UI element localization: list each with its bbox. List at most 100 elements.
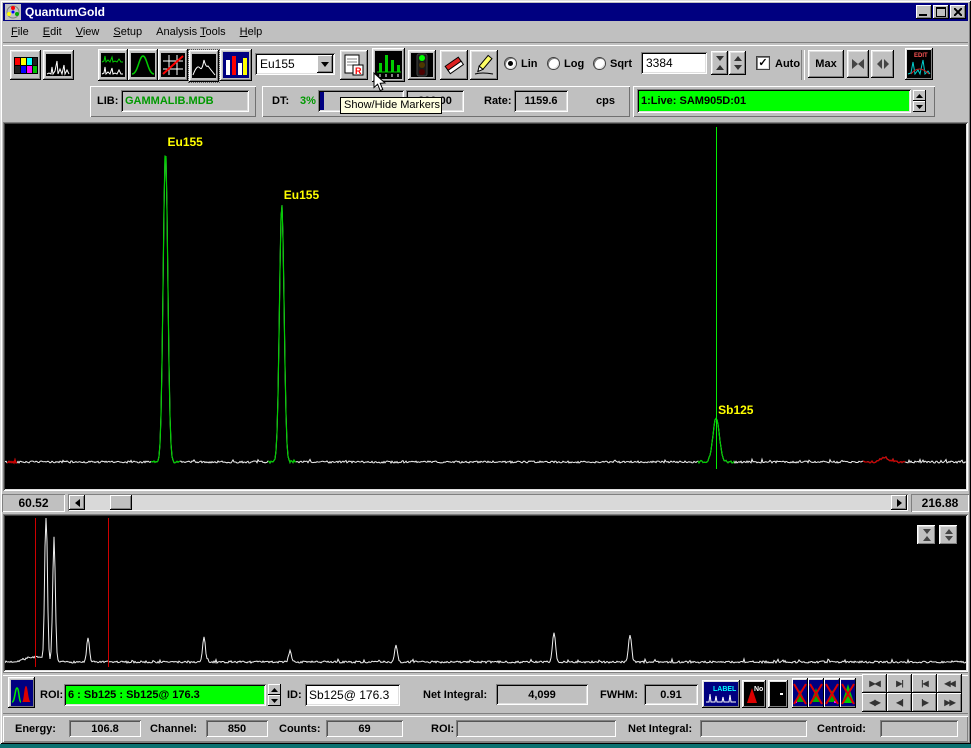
nav-step-left-button[interactable]: ◀|: [887, 693, 912, 712]
scroll-right-button[interactable]: [891, 495, 907, 510]
log-radio[interactable]: [548, 58, 559, 69]
delete-roi-button[interactable]: [824, 678, 840, 708]
menu-view[interactable]: View: [69, 24, 107, 40]
menu-help[interactable]: Help: [233, 24, 270, 40]
acquire-start-stop-button[interactable]: [408, 50, 436, 80]
color-palette-button[interactable]: [10, 50, 41, 80]
deadtime-progress-fill: [320, 92, 324, 110]
scale-fit-button[interactable]: [711, 51, 728, 75]
dropdown-arrow-button[interactable]: [317, 55, 333, 73]
overview-spectrum-trace: [5, 516, 966, 670]
roi-spin-up-button[interactable]: [268, 684, 281, 695]
rate-unit-label: cps: [596, 95, 615, 107]
sqrt-label: Sqrt: [610, 58, 632, 70]
nuclide-dropdown[interactable]: Eu155: [255, 53, 335, 75]
mouse-cursor: [373, 72, 387, 93]
sample-spin-up-button[interactable]: [913, 90, 926, 101]
id-input[interactable]: Sb125@ 176.3: [305, 684, 400, 706]
arrows-outward-icon: [876, 58, 890, 70]
preview-expand-button[interactable]: [939, 525, 958, 545]
close-button[interactable]: [950, 5, 966, 19]
roi-value: 6 : Sb125 : Sb125@ 176.3: [64, 689, 266, 701]
spectrum-view-button[interactable]: [43, 50, 74, 80]
sample-spin-down-button[interactable]: [913, 101, 926, 112]
energy-scrollbar[interactable]: [68, 494, 908, 511]
divider: [3, 672, 968, 676]
delete-roi-button[interactable]: [808, 678, 824, 708]
nav-end-button[interactable]: ▶|: [887, 674, 912, 693]
delete-roi-button[interactable]: [792, 678, 808, 708]
overview-spectrum-plot[interactable]: [3, 514, 968, 672]
sample-value: 1:Live: SAM905D:01: [637, 95, 911, 107]
nav-step-right-button[interactable]: |▶: [912, 693, 937, 712]
rate-value: 1159.6: [514, 95, 568, 107]
peak-label: Sb125: [718, 403, 753, 417]
menu-analysis-tools[interactable]: Analysis Tools: [149, 24, 233, 40]
hide-labels-button[interactable]: No: [742, 680, 766, 708]
maximize-button[interactable]: [933, 5, 949, 19]
menu-edit[interactable]: Edit: [36, 24, 69, 40]
max-button-label: Max: [815, 58, 836, 70]
arrow-right-icon: [897, 499, 902, 507]
overlay-spectra-button[interactable]: [98, 49, 128, 81]
roi-view-button[interactable]: [8, 677, 35, 708]
minimize-button[interactable]: [916, 5, 932, 19]
peak-label: Eu155: [284, 188, 319, 202]
scale-spin-button[interactable]: [729, 51, 746, 75]
delete-roi-button[interactable]: [840, 678, 856, 708]
channel-value: 850: [228, 723, 246, 735]
net-integral-label: Net Integral:: [423, 689, 487, 701]
erase-button[interactable]: [440, 50, 468, 80]
edit-spectrum-button[interactable]: EDIT: [905, 48, 933, 80]
sqrt-radio[interactable]: [594, 58, 605, 69]
peak-fit-button[interactable]: [128, 49, 158, 81]
zoom-out-x-button[interactable]: [871, 50, 894, 78]
palette-icon: [14, 57, 38, 74]
energy-label: Energy:: [15, 723, 56, 735]
fwhm-field: 0.91: [644, 684, 698, 705]
zoom-in-x-button[interactable]: [847, 50, 869, 78]
report-icon: R: [344, 54, 364, 76]
clear-display-button[interactable]: [768, 680, 788, 708]
annotate-button[interactable]: [470, 50, 498, 80]
traffic-light-icon: [411, 53, 433, 77]
close-icon: [954, 8, 962, 16]
nav-collapse-button[interactable]: ▶◀: [862, 674, 887, 693]
nav-home-button[interactable]: |◀: [912, 674, 937, 693]
svg-text:R: R: [355, 66, 362, 76]
lin-radio[interactable]: [505, 58, 516, 69]
status-bar: Energy: 106.8 Channel: 850 Counts: 69 RO…: [3, 716, 968, 742]
nav-rewind-button[interactable]: ◀◀: [937, 674, 962, 693]
range-left-text: 60.52: [18, 496, 48, 510]
edit-icon: EDIT: [907, 50, 931, 78]
preview-collapse-button[interactable]: [917, 525, 936, 545]
centroid-field: [880, 720, 958, 737]
max-button[interactable]: Max: [808, 50, 844, 78]
roi-spin-down-button[interactable]: [268, 695, 281, 706]
deadtime-value: 3%: [300, 95, 316, 107]
delete-roi-icon: [809, 680, 823, 706]
menu-setup[interactable]: Setup: [106, 24, 149, 40]
scroll-left-button[interactable]: [69, 495, 85, 510]
nav-forward-button[interactable]: ▶▶: [937, 693, 962, 712]
calibration-button[interactable]: [158, 49, 188, 81]
chevron-down-icon: [321, 62, 329, 67]
label-peaks-button[interactable]: LABEL: [702, 680, 740, 708]
tooltip: Show/Hide Markers: [340, 97, 442, 114]
smooth-spectrum-button[interactable]: [188, 49, 220, 83]
report-button[interactable]: R: [340, 50, 368, 80]
main-spectrum-plot[interactable]: Eu155 Eu155 Sb125: [3, 122, 968, 491]
id-value: Sb125@ 176.3: [305, 688, 389, 702]
vertical-scale-value: 3384: [641, 56, 673, 70]
roi-label: ROI:: [40, 689, 63, 701]
arrow-up-icon: [916, 94, 923, 98]
compare-spectra-button[interactable]: [220, 49, 252, 81]
range-left-value: 60.52: [2, 494, 65, 512]
scrollbar-thumb[interactable]: [110, 495, 132, 510]
auto-scale-checkbox[interactable]: [757, 57, 769, 69]
nav-expand-button[interactable]: ◀▶: [862, 693, 887, 712]
vertical-scale-input[interactable]: 3384: [641, 52, 707, 74]
lib-label: LIB:: [97, 95, 118, 107]
menu-file[interactable]: File: [4, 24, 36, 40]
peak-label: Eu155: [167, 135, 202, 149]
